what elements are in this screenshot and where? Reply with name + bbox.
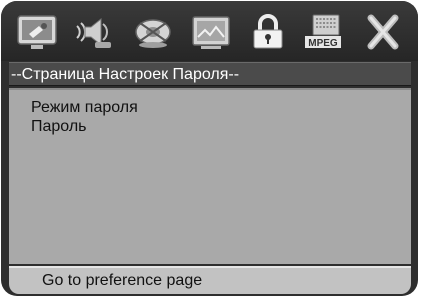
setup-icon-bar: MPEG	[1, 1, 418, 61]
password-lock-icon[interactable]	[246, 12, 290, 52]
general-setup-icon[interactable]	[15, 12, 59, 52]
status-hint: Go to preference page	[9, 266, 411, 294]
settings-list: Режим пароля Пароль	[9, 88, 411, 264]
audio-setup-icon[interactable]	[71, 12, 115, 52]
dolby-setup-icon[interactable]	[131, 12, 175, 52]
page-title: --Страница Настроек Пароля--	[9, 62, 411, 86]
setup-menu-window: MPEG --Страница Настроек Пароля-- Режим …	[1, 1, 418, 296]
video-setup-icon[interactable]	[189, 12, 233, 52]
mpeg-setup-icon[interactable]: MPEG	[301, 12, 345, 52]
svg-text:MPEG: MPEG	[308, 38, 338, 49]
exit-icon[interactable]	[361, 12, 405, 52]
menu-item-password-mode[interactable]: Режим пароля	[31, 99, 138, 117]
menu-item-password[interactable]: Пароль	[31, 118, 87, 136]
